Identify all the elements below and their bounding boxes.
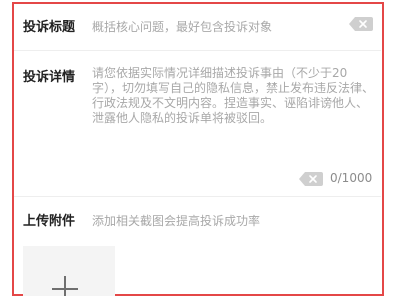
title-input[interactable]: 概括核心问题，最好包含投诉对象 xyxy=(92,18,272,35)
details-clear-icon[interactable] xyxy=(299,172,323,186)
attachment-field-label: 上传附件 xyxy=(23,214,76,229)
details-textarea[interactable]: 请您依据实际情况详细描述投诉事由（不少于20字），切勿填写自己的隐私信息，禁止发… xyxy=(92,66,374,126)
divider xyxy=(14,196,381,197)
divider xyxy=(14,50,381,51)
details-field-label: 投诉详情 xyxy=(23,70,76,85)
attachment-hint: 添加相关截图会提高投诉成功率 xyxy=(92,214,261,228)
plus-icon xyxy=(64,276,66,296)
title-clear-icon[interactable] xyxy=(349,17,373,31)
details-char-counter: 0/1000 xyxy=(330,171,373,185)
title-field-label: 投诉标题 xyxy=(23,20,76,35)
